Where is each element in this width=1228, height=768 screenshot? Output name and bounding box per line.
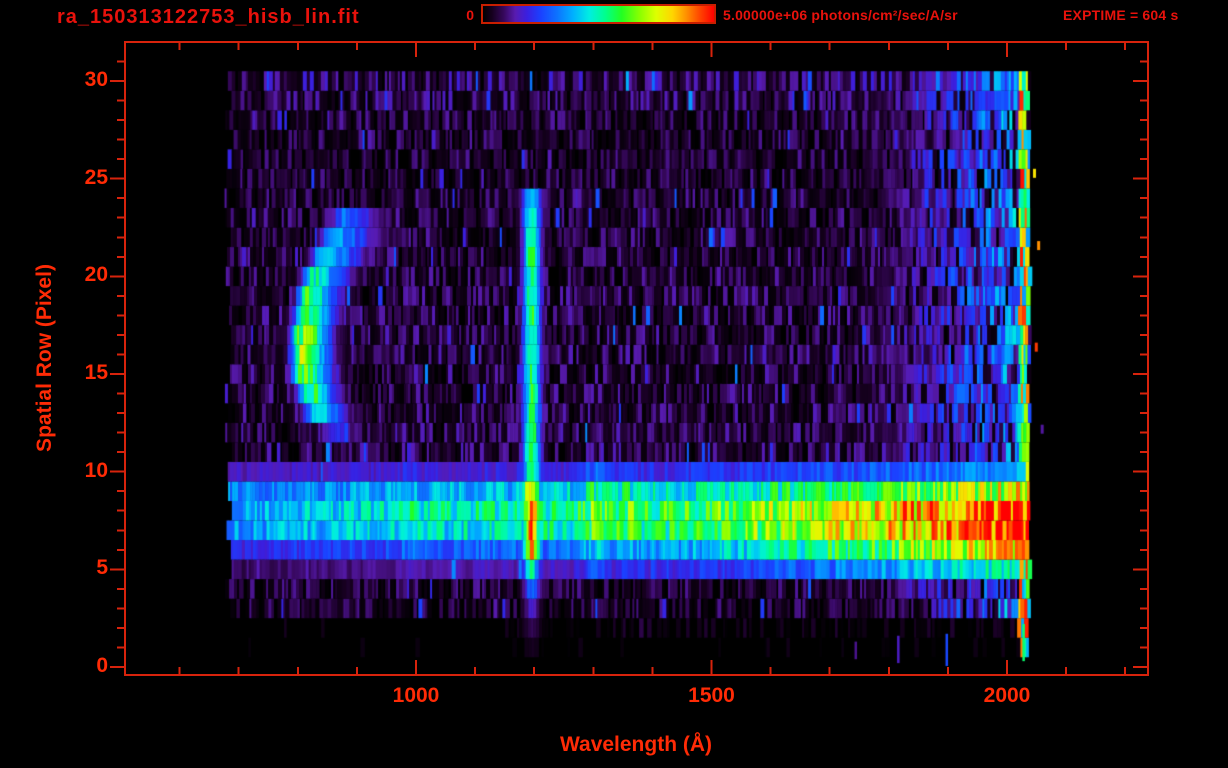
x-axis-title: Wavelength (Å) [559,733,713,756]
y-tick-label: 30 [84,68,108,91]
y-tick-label: 5 [96,556,108,580]
idl-plot-window: ra_150313122753_hisb_lin.fit 0 5.00000e+… [0,0,1228,768]
x-tick-label: 2000 [983,684,1031,707]
x-tick-label: 1000 [392,684,440,707]
colorbar-gradient [481,4,716,24]
y-axis-title: Spatial Row (Pixel) [33,264,56,452]
file-title: ra_150313122753_hisb_lin.fit [57,6,360,28]
x-tick-label: 1500 [688,684,735,707]
spectrogram-heatmap [125,42,1148,675]
colorbar-max-label: 5.00000e+06 photons/cm²/sec/A/sr [723,7,958,23]
colorbar-min-label: 0 [466,7,474,23]
y-tick-label: 0 [96,654,108,677]
exptime-label: EXPTIME = 604 s [1063,7,1179,23]
